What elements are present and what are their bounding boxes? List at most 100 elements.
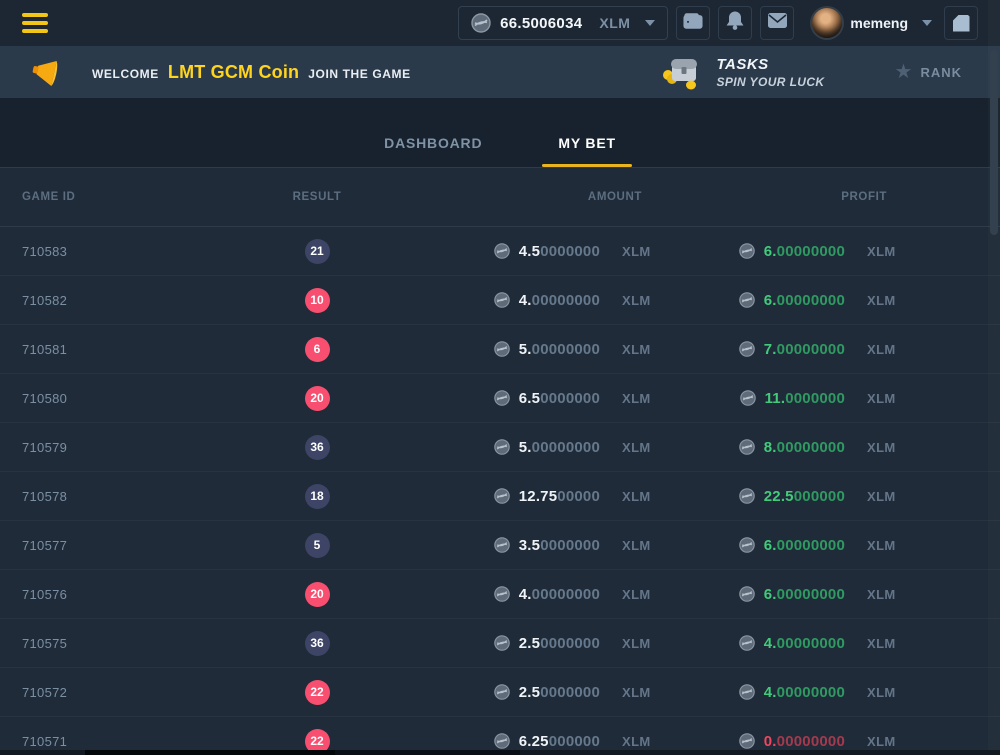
result-badge: 18 xyxy=(305,484,330,509)
profit-currency: XLM xyxy=(845,734,935,749)
table-row[interactable]: 710581 6 5.00000000 XLM 7.00000000 XLM xyxy=(0,325,1000,374)
star-icon: ★ xyxy=(895,62,913,82)
table-header-row: GAME ID RESULT AMOUNT PROFIT xyxy=(0,168,1000,227)
xlm-coin-icon xyxy=(494,439,510,455)
game-id: 710572 xyxy=(22,685,262,700)
xlm-coin-icon xyxy=(739,684,755,700)
game-id: 710576 xyxy=(22,587,262,602)
profit-value: 6.00000000 xyxy=(764,586,845,603)
amount-value: 5.00000000 xyxy=(519,341,600,358)
profit-currency: XLM xyxy=(845,293,935,308)
result-badge: 6 xyxy=(305,337,330,362)
table-row[interactable]: 710583 21 4.50000000 XLM 6.00000000 XLM xyxy=(0,227,1000,276)
tasks-subtitle: SPIN YOUR LUCK xyxy=(716,75,824,89)
currency-select[interactable]: XLM xyxy=(599,15,630,31)
table-row[interactable]: 710577 5 3.50000000 XLM 6.00000000 XLM xyxy=(0,521,1000,570)
amount-value: 4.50000000 xyxy=(519,243,600,260)
result-badge: 36 xyxy=(305,435,330,460)
profit-currency: XLM xyxy=(845,636,935,651)
profit-currency: XLM xyxy=(845,538,935,553)
result-badge: 36 xyxy=(305,631,330,656)
xlm-coin-icon xyxy=(739,586,755,602)
banner-coin-name: LMT GCM Coin xyxy=(168,62,299,83)
amount-value: 12.7500000 xyxy=(519,488,600,505)
table-row[interactable]: 710580 20 6.50000000 XLM 11.0000000 XLM xyxy=(0,374,1000,423)
xlm-coin-icon xyxy=(739,537,755,553)
xlm-coin-icon xyxy=(494,488,510,504)
result-badge: 20 xyxy=(305,582,330,607)
amount-currency: XLM xyxy=(600,538,690,553)
xlm-coin-icon xyxy=(740,390,756,406)
result-badge: 5 xyxy=(305,533,330,558)
xlm-coin-icon xyxy=(494,684,510,700)
header-profit: PROFIT xyxy=(690,191,935,203)
mail-icon xyxy=(768,13,787,33)
game-id: 710581 xyxy=(22,342,262,357)
tab-dashboard[interactable]: DASHBOARD xyxy=(374,135,492,167)
notifications-button[interactable] xyxy=(718,6,752,40)
header-amount: AMOUNT xyxy=(372,191,690,203)
amount-value: 2.50000000 xyxy=(519,684,600,701)
menu-icon[interactable] xyxy=(22,13,48,33)
xlm-coin-icon xyxy=(739,243,755,259)
table-row[interactable]: 710579 36 5.00000000 XLM 8.00000000 XLM xyxy=(0,423,1000,472)
game-id: 710580 xyxy=(22,391,262,406)
profit-value: 6.00000000 xyxy=(764,537,845,554)
table-row[interactable]: 710576 20 4.00000000 XLM 6.00000000 XLM xyxy=(0,570,1000,619)
amount-currency: XLM xyxy=(600,342,690,357)
table-body: 710583 21 4.50000000 XLM 6.00000000 XLM … xyxy=(0,227,1000,755)
amount-value: 6.25000000 xyxy=(519,733,600,750)
amount-currency: XLM xyxy=(600,587,690,602)
rank-label: RANK xyxy=(920,65,962,80)
vertical-scrollbar-track[interactable] xyxy=(988,0,1000,755)
amount-currency: XLM xyxy=(600,391,690,406)
amount-value: 4.00000000 xyxy=(519,586,600,603)
xlm-coin-icon xyxy=(494,733,510,749)
tasks-title: TASKS xyxy=(716,56,824,73)
profit-value: 8.00000000 xyxy=(764,439,845,456)
amount-currency: XLM xyxy=(600,293,690,308)
banner-welcome: WELCOME xyxy=(92,67,159,81)
profit-currency: XLM xyxy=(845,685,935,700)
xlm-coin-icon xyxy=(739,635,755,651)
profit-value: 22.5000000 xyxy=(764,488,845,505)
profit-value: 6.00000000 xyxy=(764,292,845,309)
balance-selector[interactable]: 66.5006034 XLM xyxy=(458,6,668,40)
amount-value: 2.50000000 xyxy=(519,635,600,652)
vertical-scrollbar-thumb[interactable] xyxy=(990,50,998,235)
rank-widget[interactable]: ★ RANK xyxy=(895,62,963,82)
profit-currency: XLM xyxy=(845,587,935,602)
profit-value: 4.00000000 xyxy=(764,684,845,701)
xlm-coin-icon xyxy=(494,537,510,553)
banner-message: WELCOME LMT GCM Coin JOIN THE GAME xyxy=(92,62,411,83)
amount-value: 3.50000000 xyxy=(519,537,600,554)
amount-currency: XLM xyxy=(600,636,690,651)
game-id: 710583 xyxy=(22,244,262,259)
result-badge: 22 xyxy=(305,680,330,705)
amount-currency: XLM xyxy=(600,244,690,259)
game-id: 710582 xyxy=(22,293,262,308)
profit-currency: XLM xyxy=(845,342,935,357)
table-row[interactable]: 710575 36 2.50000000 XLM 4.00000000 XLM xyxy=(0,619,1000,668)
tasks-widget[interactable]: TASKS SPIN YOUR LUCK xyxy=(660,53,824,91)
result-badge: 20 xyxy=(305,386,330,411)
profit-value: 7.00000000 xyxy=(764,341,845,358)
table-row[interactable]: 710582 10 4.00000000 XLM 6.00000000 XLM xyxy=(0,276,1000,325)
messages-button[interactable] xyxy=(760,6,794,40)
game-id: 710571 xyxy=(22,734,262,749)
wallet-icon xyxy=(683,12,703,35)
game-id: 710578 xyxy=(22,489,262,504)
chat-button[interactable] xyxy=(944,6,978,40)
wallet-button[interactable] xyxy=(676,6,710,40)
table-row[interactable]: 710578 18 12.7500000 XLM 22.5000000 XLM xyxy=(0,472,1000,521)
promo-banner: WELCOME LMT GCM Coin JOIN THE GAME TASKS… xyxy=(0,46,1000,98)
header-game-id: GAME ID xyxy=(22,191,262,203)
game-id: 710577 xyxy=(22,538,262,553)
tab-my-bet[interactable]: MY BET xyxy=(548,135,625,167)
bottom-edge-strip xyxy=(0,750,1000,755)
xlm-coin-icon xyxy=(494,635,510,651)
username: memeng xyxy=(850,15,908,31)
table-row[interactable]: 710572 22 2.50000000 XLM 4.00000000 XLM xyxy=(0,668,1000,717)
user-menu[interactable]: memeng xyxy=(812,8,932,38)
chevron-down-icon xyxy=(645,20,655,26)
